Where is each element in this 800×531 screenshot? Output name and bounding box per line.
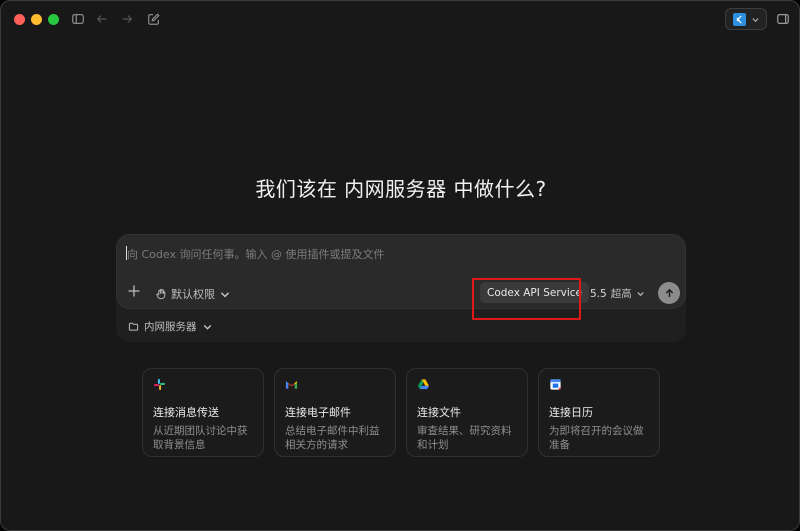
chevron-down-icon bbox=[751, 17, 759, 22]
connect-email-card[interactable]: 连接电子邮件 总结电子邮件中利益相关方的请求 bbox=[274, 368, 396, 457]
chevron-down-icon bbox=[203, 324, 211, 330]
page-title: 我们该在 内网服务器 中做什么? bbox=[255, 177, 547, 201]
chevron-down-icon bbox=[220, 292, 230, 298]
open-in-editor-button[interactable] bbox=[725, 8, 767, 30]
chevron-down-icon bbox=[637, 292, 644, 297]
permissions-label: 默认权限 bbox=[171, 288, 215, 301]
connect-calendar-card[interactable]: 连接日历 为即将召开的会议做准备 bbox=[538, 368, 660, 457]
card-title: 连接文件 bbox=[417, 406, 461, 419]
card-description: 总结电子邮件中利益相关方的请求 bbox=[285, 425, 380, 451]
connector-cards: 连接消息传送 从近期团队讨论中获取背景信息 连接电子邮件 总结电子邮件中利益相关… bbox=[142, 368, 660, 457]
arrow-up-icon bbox=[665, 288, 673, 297]
model-selector[interactable]: 5.5 超高 bbox=[590, 286, 645, 301]
minimize-window-button[interactable] bbox=[31, 14, 42, 25]
zoom-window-button[interactable] bbox=[48, 14, 59, 25]
card-description: 审查结果、研究资料和计划 bbox=[417, 425, 512, 451]
google-calendar-icon bbox=[550, 379, 561, 390]
composer-container: 向 Codex 询问任何事。输入 @ 使用插件或提及文件 默认权限 Codex … bbox=[116, 234, 686, 342]
reasoning-level: 超高 bbox=[610, 288, 632, 300]
card-title: 连接消息传送 bbox=[153, 406, 219, 419]
sidebar-toggle-icon[interactable] bbox=[69, 10, 87, 28]
card-description: 从近期团队讨论中获取背景信息 bbox=[153, 425, 248, 451]
google-drive-icon bbox=[417, 379, 430, 390]
card-description: 为即将召开的会议做准备 bbox=[549, 425, 644, 451]
add-attachment-icon[interactable] bbox=[127, 284, 141, 298]
service-selector[interactable]: Codex API Service bbox=[480, 282, 590, 303]
new-chat-icon[interactable] bbox=[145, 10, 163, 28]
close-window-button[interactable] bbox=[14, 14, 25, 25]
vscode-icon bbox=[732, 12, 746, 26]
card-title: 连接电子邮件 bbox=[285, 406, 351, 419]
back-arrow-icon[interactable] bbox=[93, 10, 111, 28]
composer[interactable]: 向 Codex 询问任何事。输入 @ 使用插件或提及文件 默认权限 Codex … bbox=[116, 234, 686, 320]
hand-icon bbox=[156, 288, 166, 300]
connect-files-card[interactable]: 连接文件 审查结果、研究资料和计划 bbox=[406, 368, 528, 457]
workspace-folder-selector[interactable]: 内网服务器 bbox=[128, 319, 213, 334]
app-window: 我们该在 内网服务器 中做什么? 向 Codex 询问任何事。输入 @ 使用插件… bbox=[0, 0, 800, 531]
title-bar bbox=[1, 1, 799, 37]
permissions-dropdown[interactable]: 默认权限 bbox=[155, 286, 231, 302]
connect-messaging-card[interactable]: 连接消息传送 从近期团队讨论中获取背景信息 bbox=[142, 368, 264, 457]
forward-arrow-icon[interactable] bbox=[118, 10, 136, 28]
gmail-icon bbox=[285, 381, 298, 389]
panel-toggle-icon[interactable] bbox=[774, 10, 792, 28]
card-title: 连接日历 bbox=[549, 406, 593, 419]
slack-icon bbox=[153, 378, 166, 391]
folder-label: 内网服务器 bbox=[144, 321, 197, 333]
model-version: 5.5 bbox=[590, 287, 607, 300]
folder-icon bbox=[128, 322, 139, 331]
send-button[interactable] bbox=[658, 282, 680, 304]
prompt-input[interactable]: 向 Codex 询问任何事。输入 @ 使用插件或提及文件 bbox=[127, 246, 384, 262]
